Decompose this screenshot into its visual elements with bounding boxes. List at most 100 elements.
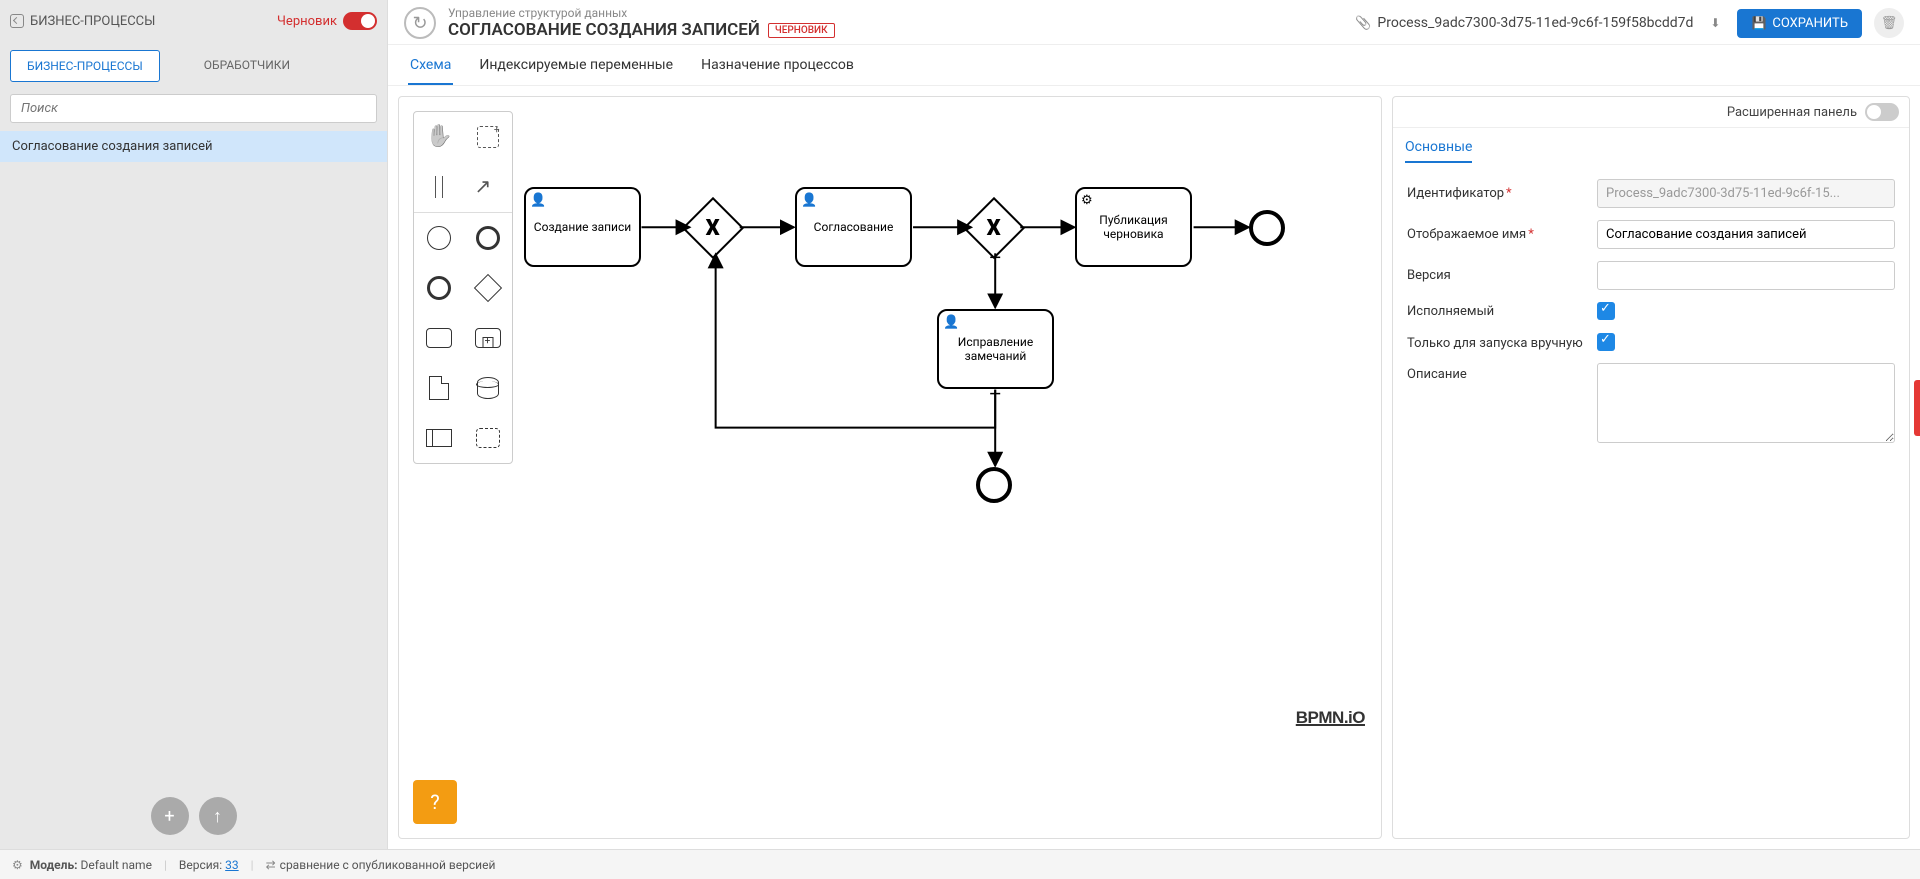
palette-group[interactable]: [463, 413, 512, 463]
lbl-manual-only: Только для запуска вручную: [1407, 332, 1587, 351]
palette-data-store[interactable]: [463, 363, 512, 413]
palette-hand-tool[interactable]: [414, 112, 463, 162]
space-icon: [426, 174, 452, 200]
start-event-icon: [427, 226, 451, 250]
bpmn-task-publish-label: Публикация черновика: [1081, 213, 1186, 241]
sidebar-search-input[interactable]: [10, 94, 377, 123]
status-version-link[interactable]: 33: [225, 858, 239, 872]
breadcrumb[interactable]: Управление структурой данных: [448, 6, 835, 20]
palette-end-event[interactable]: [414, 263, 463, 313]
status-version: Версия: 33: [179, 858, 239, 872]
palette-intermediate-event[interactable]: [463, 213, 512, 263]
gateway-icon: [473, 274, 501, 302]
pool-icon: [426, 429, 452, 447]
bpmn-task-create-label: Создание записи: [534, 220, 631, 234]
input-display-name[interactable]: [1597, 220, 1895, 249]
tab-schema[interactable]: Схема: [408, 47, 453, 85]
draft-toggle-wrap: Черновик: [277, 12, 377, 30]
checkbox-manual-only[interactable]: [1597, 333, 1615, 351]
connect-icon: [475, 174, 501, 200]
sidebar-add-button[interactable]: +: [151, 797, 189, 835]
draft-badge: ЧЕРНОВИК: [768, 23, 835, 38]
save-button[interactable]: СОХРАНИТЬ: [1737, 9, 1862, 38]
palette-start-event[interactable]: [414, 213, 463, 263]
status-compare[interactable]: сравнение с опубликованной версией: [266, 858, 496, 872]
checkbox-executable[interactable]: [1597, 302, 1615, 320]
bpmn-task-approve[interactable]: 👤 Согласование: [795, 187, 912, 267]
sidebar-list: Согласование создания записей: [0, 131, 387, 849]
lasso-icon: [477, 126, 499, 148]
task-icon: [426, 328, 452, 348]
palette-participant[interactable]: [414, 413, 463, 463]
sidebar-title-text: БИЗНЕС-ПРОЦЕССЫ: [30, 14, 155, 29]
palette-subprocess[interactable]: [463, 313, 512, 363]
download-icon[interactable]: [1705, 13, 1725, 33]
props-section-main[interactable]: Основные: [1405, 139, 1472, 163]
tab-process-assign[interactable]: Назначение процессов: [699, 47, 856, 85]
sidebar-tab-bp[interactable]: БИЗНЕС-ПРОЦЕССЫ: [10, 50, 160, 82]
status-bar: Модель: Default name | Версия: 33 | срав…: [0, 849, 1920, 879]
palette-space-tool[interactable]: [414, 162, 463, 212]
palette-task[interactable]: [414, 313, 463, 363]
sidebar-tab-handlers[interactable]: ОБРАБОТЧИКИ: [188, 50, 306, 82]
user-icon: 👤: [801, 193, 817, 208]
bpmn-gateway-2[interactable]: X: [963, 197, 1025, 259]
bpmn-palette: [413, 111, 513, 464]
textarea-description[interactable]: [1597, 363, 1895, 443]
sidebar: БИЗНЕС-ПРОЦЕССЫ Черновик БИЗНЕС-ПРОЦЕССЫ…: [0, 0, 388, 849]
bpmn-task-fix-label: Исправление замечаний: [943, 335, 1048, 363]
bpmn-end-event-2[interactable]: [976, 467, 1012, 503]
palette-lasso-tool[interactable]: [463, 112, 512, 162]
page-title: СОГЛАСОВАНИЕ СОЗДАНИЯ ЗАПИСЕЙ: [448, 20, 760, 40]
bpmn-gateway-1[interactable]: X: [682, 197, 744, 259]
properties-panel: Расширенная панель Основные Идентификато…: [1392, 96, 1910, 839]
user-icon: 👤: [530, 193, 546, 208]
delete-button[interactable]: [1874, 8, 1904, 38]
process-filename: Process_9adc7300-3d75-11ed-9c6f-159f58bc…: [1377, 15, 1693, 31]
bpmn-canvas[interactable]: 👤 Создание записи X 👤 Согласование X ⚙ П…: [398, 96, 1382, 839]
lbl-description: Описание: [1407, 363, 1587, 382]
bpmn-end-event[interactable]: [1249, 210, 1285, 246]
draft-label: Черновик: [277, 14, 337, 29]
side-handle[interactable]: [1914, 380, 1920, 436]
group-icon: [476, 428, 500, 448]
end-event-icon: [427, 276, 451, 300]
lbl-display-name: Отображаемое имя*: [1407, 227, 1587, 242]
data-object-icon: [429, 376, 449, 400]
user-icon: 👤: [943, 315, 959, 330]
lbl-identifier: Идентификатор*: [1407, 186, 1587, 201]
status-model-label: Модель:: [30, 858, 78, 872]
tab-indexed-vars[interactable]: Индексируемые переменные: [477, 47, 675, 85]
intermediate-event-icon: [476, 226, 500, 250]
subprocess-icon: [475, 328, 501, 348]
input-identifier: [1597, 179, 1895, 208]
gear-icon: ⚙: [1081, 193, 1093, 208]
input-version[interactable]: [1597, 261, 1895, 290]
back-icon: [10, 14, 24, 28]
sidebar-item-selected[interactable]: Согласование создания записей: [0, 131, 387, 162]
sidebar-up-button[interactable]: ↑: [199, 797, 237, 835]
status-model[interactable]: Модель: Default name: [12, 858, 152, 872]
data-store-icon: [477, 377, 499, 399]
extended-panel-label: Расширенная панель: [1727, 105, 1857, 120]
draft-toggle[interactable]: [343, 12, 377, 30]
palette-connect-tool[interactable]: [463, 162, 512, 212]
status-version-label: Версия:: [179, 858, 222, 872]
bpmn-task-publish[interactable]: ⚙ Публикация черновика: [1075, 187, 1192, 267]
help-button[interactable]: ?: [413, 780, 457, 824]
hand-icon: [426, 124, 452, 150]
attachment-icon[interactable]: [1355, 15, 1371, 31]
lbl-executable: Исполняемый: [1407, 304, 1587, 319]
bpmn-task-approve-label: Согласование: [814, 220, 894, 234]
sidebar-title[interactable]: БИЗНЕС-ПРОЦЕССЫ: [10, 14, 155, 29]
extended-panel-toggle[interactable]: [1865, 103, 1899, 121]
bpmn-task-fix[interactable]: 👤 Исправление замечаний: [937, 309, 1054, 389]
palette-data-object[interactable]: [414, 363, 463, 413]
lbl-version: Версия: [1407, 268, 1587, 283]
bpmn-task-create[interactable]: 👤 Создание записи: [524, 187, 641, 267]
bpmn-watermark: BPMN.iO: [1296, 708, 1365, 728]
palette-gateway[interactable]: [463, 263, 512, 313]
main-header: Управление структурой данных СОГЛАСОВАНИ…: [388, 0, 1920, 45]
main: Управление структурой данных СОГЛАСОВАНИ…: [388, 0, 1920, 849]
status-model-name: Default name: [81, 858, 152, 872]
